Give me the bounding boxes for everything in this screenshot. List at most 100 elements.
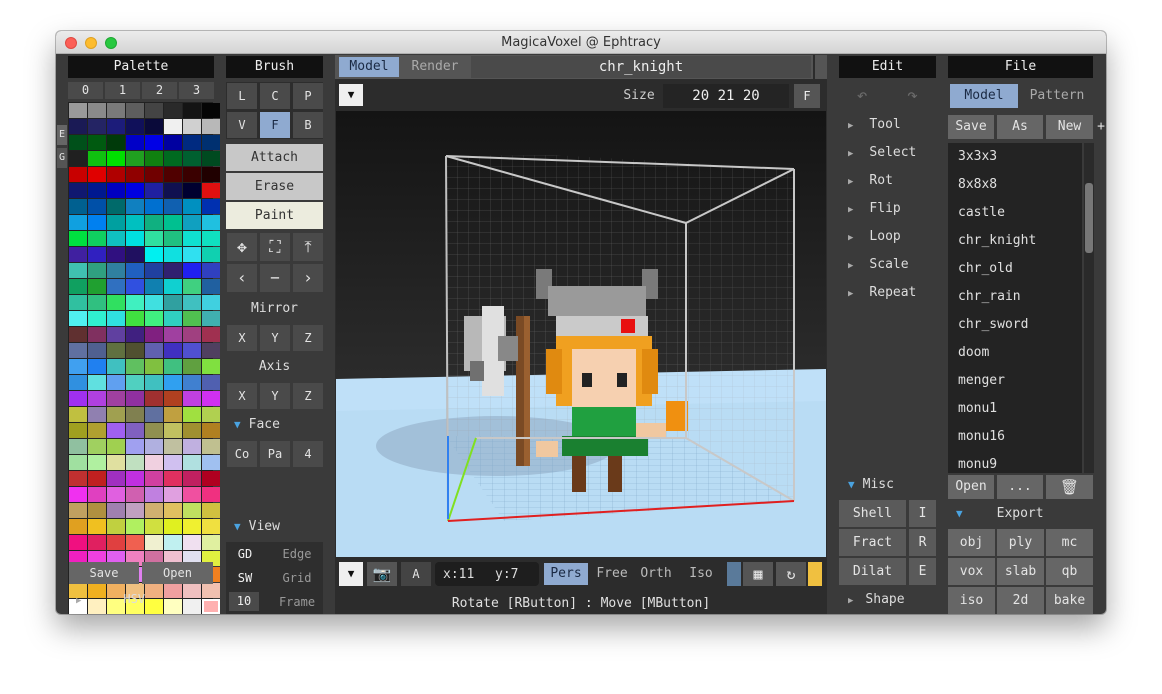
file-list-item[interactable]: monu16: [948, 423, 1082, 451]
palette-swatch[interactable]: [107, 311, 125, 326]
palette-swatch[interactable]: [164, 359, 182, 374]
palette-swatch[interactable]: [183, 295, 201, 310]
palette-swatch[interactable]: [88, 359, 106, 374]
palette-swatch[interactable]: [126, 295, 144, 310]
palette-swatch[interactable]: [164, 327, 182, 342]
fract-shortcut[interactable]: R: [909, 529, 936, 556]
palette-swatch[interactable]: [126, 231, 144, 246]
brush-mode-line[interactable]: L: [227, 83, 257, 109]
palette-swatch[interactable]: [202, 343, 220, 358]
palette-swatch[interactable]: [183, 455, 201, 470]
paint-button[interactable]: Paint: [226, 202, 323, 229]
view-section[interactable]: ▼ View: [234, 519, 323, 534]
palette-swatch[interactable]: [164, 471, 182, 486]
shell-shortcut[interactable]: I: [909, 500, 936, 527]
file-list-item[interactable]: chr_rain: [948, 283, 1082, 311]
palette-page-2[interactable]: 2: [142, 82, 177, 99]
fit-button[interactable]: F: [794, 84, 820, 108]
palette-swatch[interactable]: [88, 487, 106, 502]
voxel-canvas[interactable]: [336, 111, 826, 557]
palette-swatch[interactable]: [145, 503, 163, 518]
palette-swatch[interactable]: [69, 263, 87, 278]
palette-swatch[interactable]: [88, 455, 106, 470]
palette-swatch[interactable]: [202, 471, 220, 486]
palette-swatch[interactable]: [145, 535, 163, 550]
tab-render[interactable]: Render: [403, 57, 467, 77]
palette-swatch[interactable]: [145, 295, 163, 310]
palette-swatch[interactable]: [88, 119, 106, 134]
palette-swatch[interactable]: [202, 519, 220, 534]
palette-swatch[interactable]: [69, 359, 87, 374]
palette-swatch[interactable]: [69, 119, 87, 134]
palette-swatch[interactable]: [88, 503, 106, 518]
palette-swatch[interactable]: [164, 407, 182, 422]
palette-swatch[interactable]: [107, 503, 125, 518]
file-add-button[interactable]: +: [1096, 115, 1106, 139]
palette-swatch[interactable]: [126, 247, 144, 262]
palette-swatch[interactable]: [145, 359, 163, 374]
palette-swatch[interactable]: [164, 119, 182, 134]
palette-swatch[interactable]: [183, 407, 201, 422]
mirror-x-button[interactable]: X: [227, 325, 257, 351]
palette-swatch[interactable]: [164, 199, 182, 214]
palette-swatch[interactable]: [107, 407, 125, 422]
palette-swatch[interactable]: [107, 215, 125, 230]
palette-swatch[interactable]: [145, 135, 163, 150]
view-edge-toggle[interactable]: Edge: [272, 544, 322, 564]
palette-swatch[interactable]: [202, 263, 220, 278]
palette-swatch[interactable]: [183, 519, 201, 534]
palette-swatch[interactable]: [126, 327, 144, 342]
palette-swatch[interactable]: [145, 263, 163, 278]
palette-swatch[interactable]: [183, 487, 201, 502]
palette-swatch[interactable]: [126, 279, 144, 294]
palette-swatch[interactable]: [164, 231, 182, 246]
palette-swatch[interactable]: [88, 439, 106, 454]
palette-swatch[interactable]: [183, 327, 201, 342]
palette-swatch[interactable]: [126, 263, 144, 278]
palette-swatch[interactable]: [69, 455, 87, 470]
palette-swatch[interactable]: [107, 359, 125, 374]
palette-swatch[interactable]: [202, 487, 220, 502]
palette-swatch[interactable]: [107, 471, 125, 486]
palette-open-button[interactable]: Open: [142, 562, 213, 584]
misc-section[interactable]: ▼ Misc: [848, 477, 938, 492]
view-grid-toggle[interactable]: Grid: [272, 568, 322, 588]
palette-swatch[interactable]: [69, 135, 87, 150]
palette-swatch[interactable]: [202, 119, 220, 134]
select-frame-icon[interactable]: ⛶: [260, 233, 290, 261]
file-list-scrollbar[interactable]: [1084, 143, 1094, 473]
palette-swatch[interactable]: [69, 519, 87, 534]
palette-swatch[interactable]: [88, 407, 106, 422]
file-save-button[interactable]: Save: [948, 115, 994, 139]
viewport-menu-icon[interactable]: ▼: [339, 84, 363, 106]
palette-swatch[interactable]: [183, 279, 201, 294]
palette-swatch[interactable]: [69, 151, 87, 166]
palette-swatch[interactable]: [126, 311, 144, 326]
palette-swatch[interactable]: [88, 135, 106, 150]
palette-swatch[interactable]: [88, 295, 106, 310]
palette-swatch[interactable]: [202, 375, 220, 390]
fract-button[interactable]: Fract: [839, 529, 906, 556]
palette-swatch[interactable]: [183, 135, 201, 150]
move-icon[interactable]: ✥: [227, 233, 257, 261]
brush-mode-voxel[interactable]: V: [227, 112, 257, 138]
palette-swatch[interactable]: [145, 327, 163, 342]
palette-swatch[interactable]: [69, 183, 87, 198]
palette-swatch[interactable]: [126, 455, 144, 470]
palette-swatch[interactable]: [145, 151, 163, 166]
file-list-item[interactable]: menger: [948, 367, 1082, 395]
face-pattern-button[interactable]: Pa: [260, 441, 290, 467]
tab-bar-scroll[interactable]: [815, 55, 827, 79]
palette-swatch[interactable]: [145, 471, 163, 486]
palette-swatch[interactable]: [183, 359, 201, 374]
face-color-button[interactable]: Co: [227, 441, 257, 467]
palette-swatch[interactable]: [202, 279, 220, 294]
palette-page-0[interactable]: 0: [68, 82, 103, 99]
palette-swatch[interactable]: [107, 279, 125, 294]
grid-view-icon[interactable]: ▦: [743, 562, 773, 586]
palette-swatch[interactable]: [164, 295, 182, 310]
palette-swatch[interactable]: [107, 135, 125, 150]
shell-button[interactable]: Shell: [839, 500, 906, 527]
export-bake-button[interactable]: bake: [1046, 587, 1093, 614]
view-swatch[interactable]: [727, 562, 741, 586]
